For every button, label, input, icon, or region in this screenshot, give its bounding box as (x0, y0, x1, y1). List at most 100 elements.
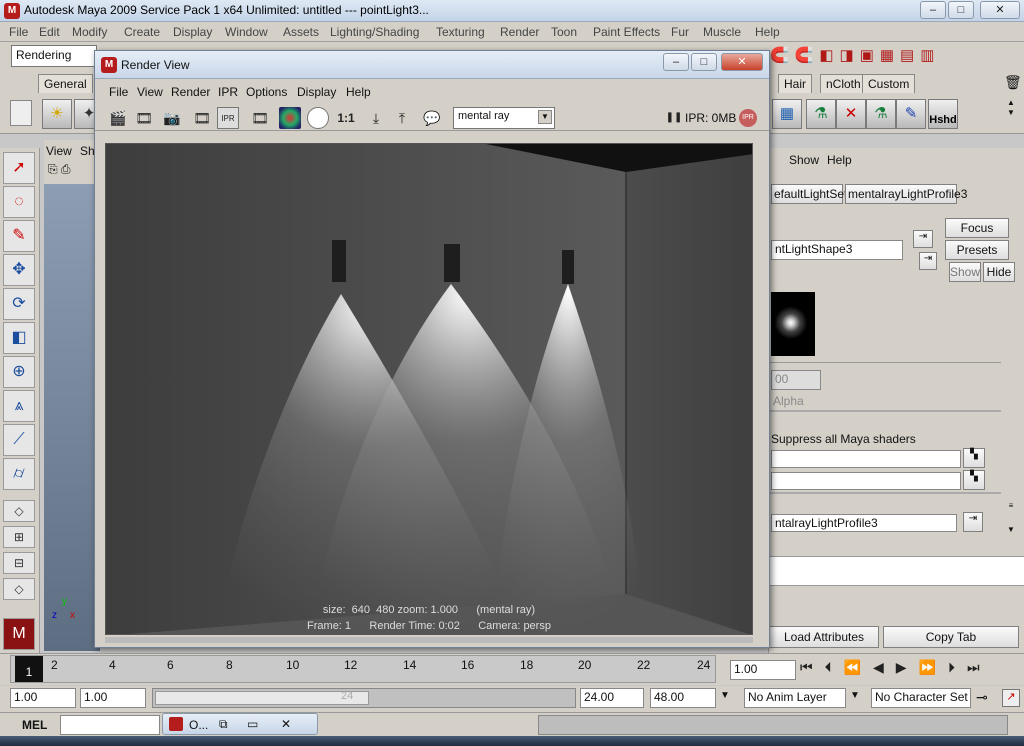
value-field[interactable]: 00 (771, 370, 821, 390)
rv-menu-file[interactable]: File (109, 85, 128, 99)
show-manip-icon[interactable]: ⟋ (3, 424, 35, 456)
menu-texturing[interactable]: Texturing (436, 25, 485, 39)
load-attributes-button[interactable]: Load Attributes (769, 626, 879, 648)
dropdown-arrow-icon[interactable]: ▼ (850, 690, 870, 708)
paint-select-icon[interactable]: ✎ (3, 220, 35, 252)
shader-icon[interactable]: ⚗ (866, 99, 896, 129)
render-view-horizontal-scrollbar[interactable] (105, 637, 753, 643)
menu-modify[interactable]: Modify (72, 25, 107, 39)
snapshot-icon[interactable]: 📷 (161, 107, 183, 129)
maximize-button[interactable]: □ (948, 1, 974, 19)
shelf-scroll-icon[interactable]: ▲ ▼ (1004, 98, 1018, 128)
pause-ipr-icon[interactable]: ❚❚ (663, 107, 685, 129)
rv-menu-help[interactable]: Help (346, 85, 371, 99)
render-view-maximize-button[interactable]: □ (691, 53, 717, 71)
maximize-icon[interactable]: ▭ (247, 717, 258, 731)
scale-tool-icon[interactable]: ◧ (3, 322, 35, 354)
rendered-image[interactable]: size: 640 480 zoom: 1.000 (mental ray) F… (105, 143, 753, 635)
rv-menu-display[interactable]: Display (297, 85, 336, 99)
redo-render-icon[interactable]: 🎬 (107, 107, 129, 129)
layout-two-icon[interactable]: ⊟ (3, 552, 35, 574)
minimized-window[interactable]: O... ⧉ ▭ ✕ (162, 713, 318, 735)
rv-menu-options[interactable]: Options (246, 85, 287, 99)
mel-label[interactable]: MEL (22, 718, 47, 732)
info-display-icon[interactable]: 💬 (421, 107, 443, 129)
universal-manip-icon[interactable]: ⊕ (3, 356, 35, 388)
render-view-close-button[interactable]: ✕ (721, 53, 763, 71)
menu-assets[interactable]: Assets (283, 25, 319, 39)
presets-button[interactable]: Presets (945, 240, 1009, 260)
menu-edit[interactable]: Edit (39, 25, 60, 39)
no-shader-icon[interactable]: ✕ (836, 99, 866, 129)
soft-mod-icon[interactable]: ⩓ (3, 390, 35, 422)
maya-logo-tool-icon[interactable]: M (3, 618, 35, 650)
lasso-tool-icon[interactable]: ◌ (3, 186, 35, 218)
character-set-field[interactable]: No Character Set (871, 688, 971, 708)
shelf-tab-custom[interactable]: Custom (862, 74, 916, 93)
render-view-minimize-button[interactable]: – (663, 53, 689, 71)
sun-icon[interactable]: ☀ (42, 99, 72, 129)
viewport-menu-shading[interactable]: Sh (80, 144, 95, 158)
key-icon[interactable]: ⊸ (976, 689, 996, 707)
anim-layer-field[interactable]: No Anim Layer (744, 688, 846, 708)
dropdown-arrow-icon[interactable]: ▼ (720, 690, 740, 708)
rgb-channel-icon[interactable] (279, 107, 301, 129)
attr-menu-help[interactable]: Help (827, 153, 852, 167)
menu-render[interactable]: Render (500, 25, 539, 39)
playback-end-field[interactable]: 24.00 (580, 688, 644, 708)
render-region-icon[interactable]: 🎞 (133, 107, 155, 129)
close-icon[interactable]: ✕ (281, 717, 291, 731)
keep-image-icon[interactable]: ⤓ (365, 107, 387, 129)
cylinder-icon[interactable]: ⌭ (3, 458, 35, 490)
attr-tab-light-profile[interactable]: mentalrayLightProfile3 (845, 184, 967, 204)
shelf-tab-general[interactable]: General (38, 74, 93, 93)
playback-start-field[interactable]: 1.00 (80, 688, 146, 708)
snap-tools-icons[interactable]: 🧲🧲◧◨▣▦▤▥ (770, 46, 1010, 66)
attr-scrollbar[interactable]: ≡ ▼ (1003, 500, 1019, 550)
map-button-icon[interactable]: ▚ (963, 448, 985, 468)
menu-paint-effects[interactable]: Paint Effects (593, 25, 660, 39)
time-slider[interactable]: 1 2 4 6 8 10 12 14 16 18 20 22 24 (10, 655, 716, 683)
flask-icon[interactable]: ⚗ (806, 99, 836, 129)
input-node-icon[interactable]: ⇥ (963, 512, 983, 532)
anim-prefs-icon[interactable]: ↗ (1002, 689, 1020, 707)
notes-area[interactable] (769, 556, 1024, 586)
end-time-field[interactable]: 48.00 (650, 688, 716, 708)
close-button[interactable]: ✕ (980, 1, 1020, 19)
copy-tab-button[interactable]: Copy Tab (883, 626, 1019, 648)
hide-button[interactable]: Hide (983, 262, 1015, 282)
render-settings-icon[interactable]: 🎞 (249, 107, 271, 129)
ipr-badge-icon[interactable]: IPR (739, 109, 757, 127)
rotate-tool-icon[interactable]: ⟳ (3, 288, 35, 320)
start-time-field[interactable]: 1.00 (10, 688, 76, 708)
layout-four-icon[interactable]: ⊞ (3, 526, 35, 548)
menu-help[interactable]: Help (755, 25, 780, 39)
move-tool-icon[interactable]: ✥ (3, 254, 35, 286)
render-icon[interactable]: ▦ (772, 99, 802, 129)
range-slider[interactable]: 24 (152, 688, 576, 708)
viewport-menu-view[interactable]: View (46, 144, 72, 158)
ipr-render-icon[interactable]: 🎞 (191, 107, 213, 129)
map-button-icon[interactable]: ▚ (963, 470, 985, 490)
current-frame-marker[interactable]: 1 (15, 656, 43, 682)
layout-persp-icon[interactable]: ◇ (3, 578, 35, 600)
focus-button[interactable]: Focus (945, 218, 1009, 238)
current-time-field[interactable]: 1.00 (730, 660, 796, 680)
rv-menu-view[interactable]: View (137, 85, 163, 99)
rv-menu-ipr[interactable]: IPR (218, 85, 238, 99)
real-size-button[interactable]: 1:1 (335, 107, 357, 129)
menu-set-dropdown[interactable]: Rendering (11, 45, 97, 67)
shape-name-field[interactable]: ntLightShape3 (771, 240, 903, 260)
shelf-menu-icon[interactable] (10, 100, 32, 126)
menu-window[interactable]: Window (225, 25, 268, 39)
menu-file[interactable]: File (9, 25, 28, 39)
range-slider-handle[interactable] (155, 691, 369, 705)
hshd-button[interactable]: Hshd (928, 99, 958, 129)
renderer-dropdown[interactable]: mental ray ▼ (453, 107, 555, 129)
attr-menu-show[interactable]: Show (789, 153, 819, 167)
minimize-button[interactable]: – (920, 1, 946, 19)
viewport-panel[interactable]: y x z (44, 184, 100, 651)
paint-icon[interactable]: ✎ (896, 99, 926, 129)
show-button[interactable]: Show (949, 262, 981, 282)
rv-menu-render[interactable]: Render (171, 85, 210, 99)
